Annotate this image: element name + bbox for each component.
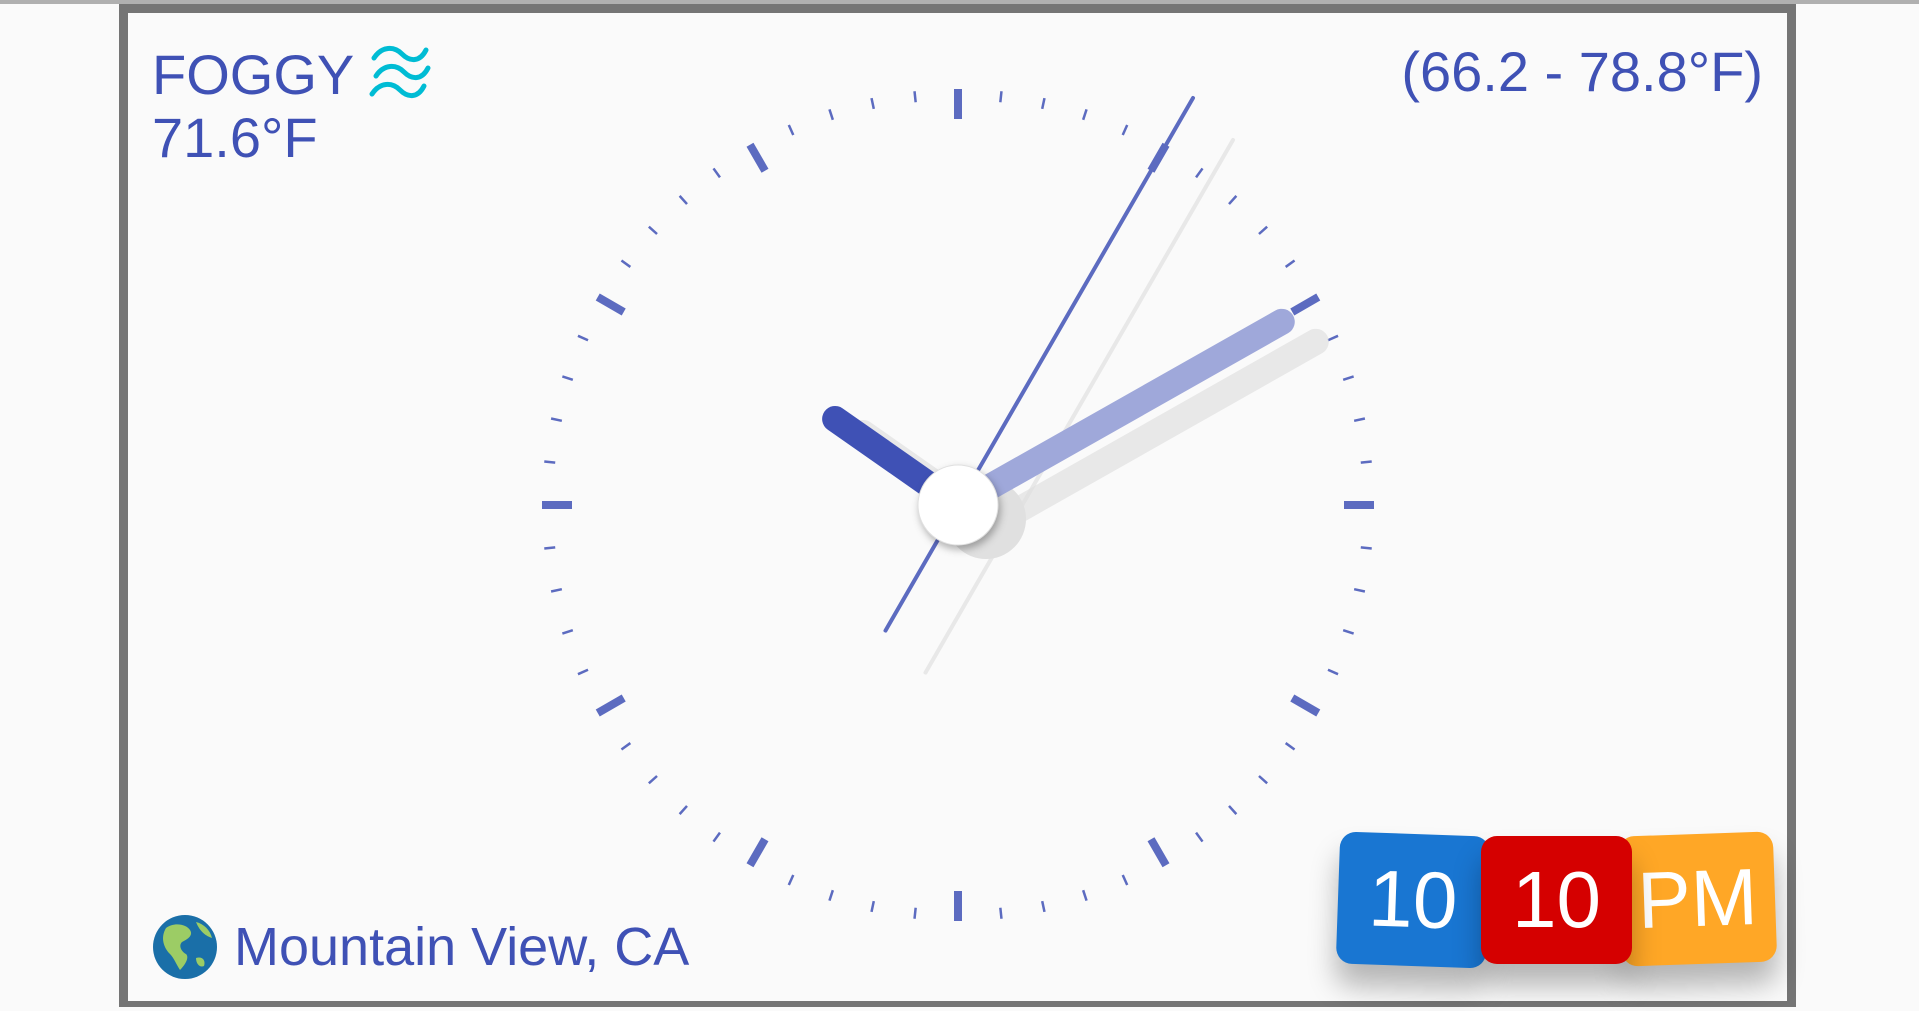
minute-tick	[913, 907, 917, 919]
minute-tick	[1195, 831, 1204, 843]
hour-tick	[746, 837, 769, 868]
minute-tick	[787, 124, 795, 136]
minute-hand-shadow	[979, 328, 1329, 538]
hour-tick	[1147, 837, 1170, 868]
minute-tick	[1342, 375, 1355, 382]
current-temperature: 71.6°F	[152, 106, 318, 169]
minute-tick	[620, 259, 632, 268]
hour-tick	[595, 293, 626, 316]
minute-tick	[1353, 587, 1366, 593]
minute-tick	[1081, 108, 1088, 121]
condition-label: FOGGY	[152, 43, 355, 106]
minute-tick	[1228, 195, 1238, 205]
minute-tick	[1040, 97, 1046, 110]
minute-tick	[1258, 225, 1268, 235]
clock-hands	[822, 95, 1295, 633]
location: Mountain View, CA	[152, 914, 689, 980]
globe-americas-icon	[153, 915, 217, 979]
hour-tick	[595, 694, 626, 717]
minute-tick	[1121, 124, 1129, 136]
minute-tick	[620, 742, 632, 751]
minute-tick	[712, 831, 721, 843]
minute-tick	[1284, 259, 1296, 268]
minute-tick	[828, 889, 835, 902]
minute-tick	[1360, 546, 1372, 550]
minute-tick	[913, 91, 917, 103]
minute-tick	[550, 417, 563, 423]
minute-tick	[999, 907, 1003, 919]
minute-tick	[828, 108, 835, 121]
hour-tick	[746, 142, 769, 173]
minute-tick	[1342, 628, 1355, 635]
minute-tick	[1353, 417, 1366, 423]
minute-tick	[999, 91, 1003, 103]
location-name: Mountain View, CA	[234, 917, 690, 977]
ampm-tile: PM	[1617, 831, 1778, 967]
minute-tick	[648, 775, 658, 785]
minute-tick	[678, 195, 688, 205]
minute-tick	[648, 225, 658, 235]
minute-tick	[1284, 742, 1296, 751]
weather-condition: FOGGY	[152, 44, 432, 106]
hand-shadows	[850, 137, 1329, 675]
minute-tick	[577, 668, 589, 676]
minute-tick	[1360, 460, 1372, 464]
minute-tick	[561, 375, 574, 382]
hour-tick	[1290, 293, 1321, 316]
fog-waves-icon	[369, 46, 431, 98]
minute-tick	[544, 546, 556, 550]
hour-tile: 10	[1335, 831, 1491, 969]
minute-tick	[712, 167, 721, 179]
minute-tick	[544, 460, 556, 464]
minute-hand	[945, 308, 1295, 518]
minute-tick	[678, 805, 688, 815]
minute-tile: 10	[1481, 836, 1632, 964]
minute-tick	[1327, 334, 1339, 342]
minute-tick	[1081, 889, 1088, 902]
minute-tick	[787, 874, 795, 886]
minute-tick	[1040, 900, 1046, 913]
minute-tick	[577, 334, 589, 342]
temperature-range: (66.2 - 78.8°F)	[1401, 40, 1763, 103]
minute-tick	[870, 97, 876, 110]
clock-hub	[917, 464, 999, 546]
minute-tick	[561, 628, 574, 635]
second-hand	[883, 95, 1195, 633]
minute-tick	[550, 587, 563, 593]
minute-tick	[1121, 874, 1129, 886]
hour-tick	[1290, 694, 1321, 717]
minute-tick	[1228, 805, 1238, 815]
minute-tick	[1327, 668, 1339, 676]
minute-tick	[1258, 775, 1268, 785]
minute-tick	[870, 900, 876, 913]
minute-tick	[1195, 167, 1204, 179]
